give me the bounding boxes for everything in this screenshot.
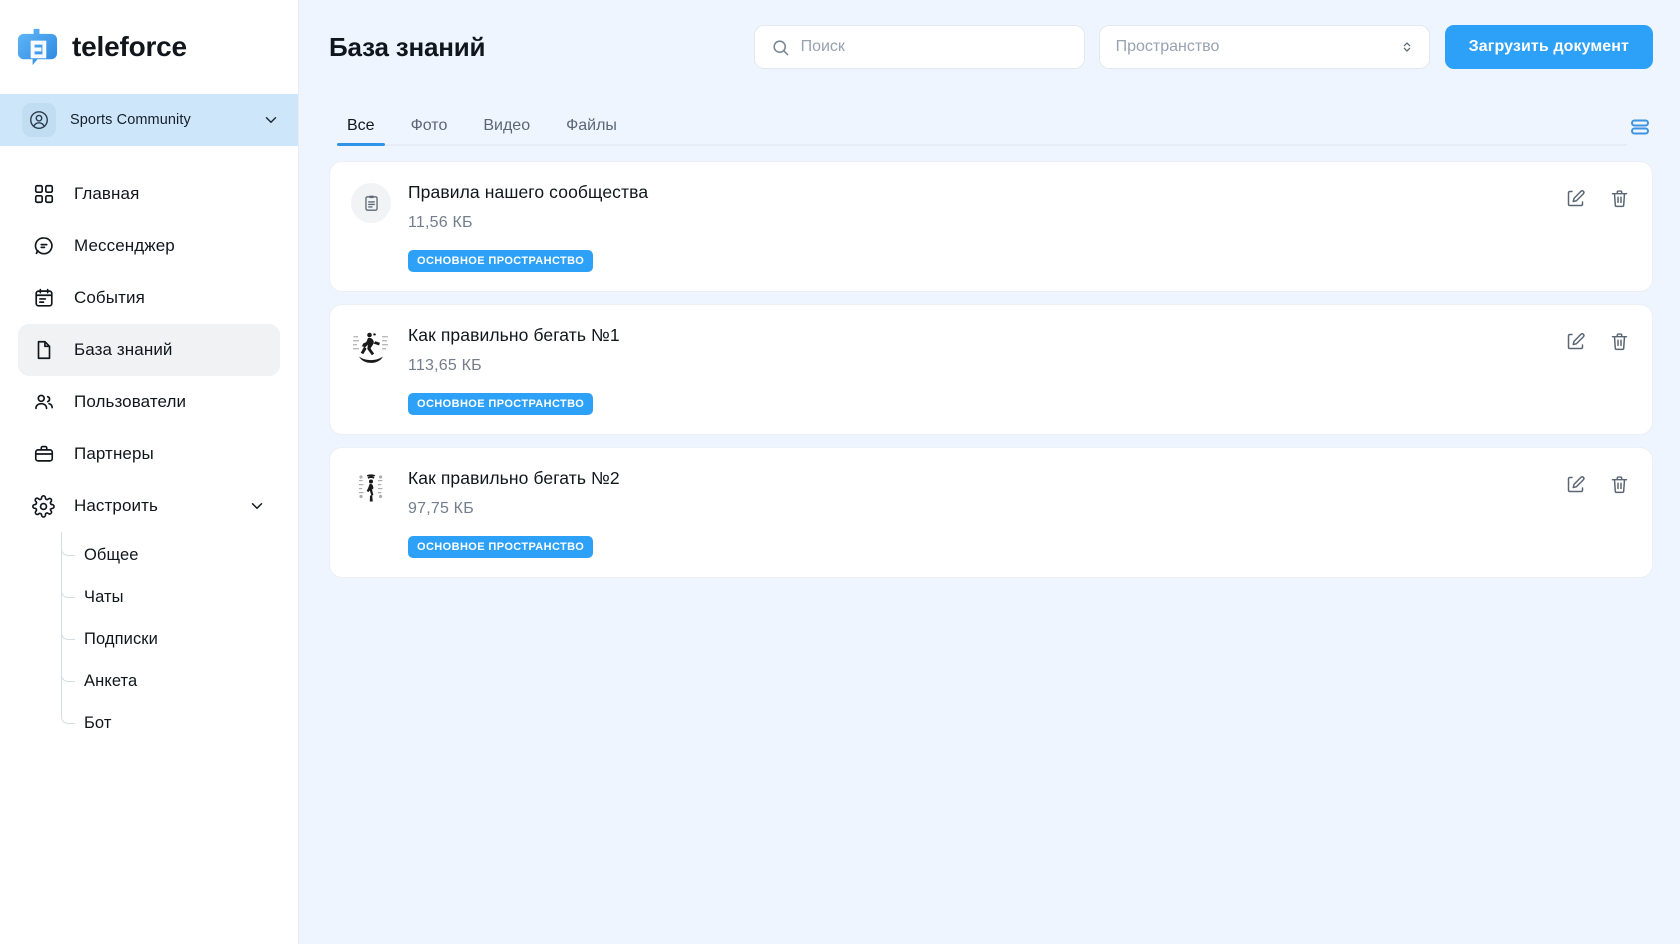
sidebar-item-glavnaya[interactable]: Главная bbox=[18, 168, 280, 220]
document-title: Как правильно бегать №1 bbox=[408, 325, 620, 345]
document-size: 113,65 КБ bbox=[408, 357, 482, 374]
grid-icon bbox=[32, 183, 55, 206]
tab-video[interactable]: Видео bbox=[465, 117, 548, 146]
runner-photo-thumbnail bbox=[351, 469, 391, 509]
search-icon bbox=[771, 38, 790, 57]
row-actions bbox=[1564, 187, 1630, 209]
sidebar-subitem-subscriptions[interactable]: Подписки bbox=[56, 618, 280, 660]
chat-bubble-icon bbox=[32, 235, 55, 258]
tabs: Все Фото Видео Файлы bbox=[329, 117, 1627, 146]
chevron-updown-icon bbox=[1399, 39, 1415, 55]
page-title: База знаний bbox=[329, 31, 486, 62]
sidebar-item-label: Партнеры bbox=[74, 444, 154, 463]
document-info: Как правильно бегать №2 97,75 КБ ОСНОВНО… bbox=[391, 467, 1564, 558]
top-bar: База знаний Пространство Загрузить докум bbox=[299, 0, 1680, 94]
main-content: База знаний Пространство Загрузить докум bbox=[299, 0, 1680, 944]
settings-submenu: Общее Чаты Подписки Анкета Бот bbox=[18, 532, 280, 744]
search-box[interactable] bbox=[753, 25, 1085, 69]
sidebar-item-settings[interactable]: Настроить bbox=[18, 480, 280, 532]
sidebar-subitem-label: Бот bbox=[84, 713, 112, 732]
row-actions bbox=[1564, 330, 1630, 352]
sidebar: teleforce Sports Community Главная Мессе… bbox=[0, 0, 299, 944]
tab-photo[interactable]: Фото bbox=[393, 117, 466, 146]
clipboard-document-icon bbox=[351, 183, 391, 223]
document-title: Правила нашего сообщества bbox=[408, 182, 649, 202]
user-circle-icon bbox=[22, 103, 56, 137]
table-row[interactable]: Правила нашего сообщества 11,56 КБ ОСНОВ… bbox=[329, 161, 1653, 292]
sidebar-item-label: База знаний bbox=[74, 340, 173, 359]
upload-document-button[interactable]: Загрузить документ bbox=[1444, 25, 1653, 69]
gear-icon bbox=[32, 494, 55, 518]
sidebar-subitem-bot[interactable]: Бот bbox=[56, 702, 280, 744]
sidebar-subitem-label: Подписки bbox=[84, 629, 158, 648]
sidebar-subitem-label: Общее bbox=[84, 545, 139, 564]
trash-icon[interactable] bbox=[1608, 330, 1630, 352]
trash-icon[interactable] bbox=[1608, 473, 1630, 495]
list-view-icon[interactable] bbox=[1627, 114, 1653, 140]
status-badge: ОСНОВНОЕ ПРОСТРАНСТВО bbox=[408, 393, 594, 415]
edit-pencil-icon[interactable] bbox=[1564, 330, 1586, 352]
tab-files[interactable]: Файлы bbox=[548, 117, 635, 146]
sidebar-item-messenger[interactable]: Мессенджер bbox=[18, 220, 280, 272]
space-select[interactable]: Пространство bbox=[1098, 25, 1430, 69]
workspace-name: Sports Community bbox=[70, 112, 191, 128]
search-input[interactable] bbox=[800, 26, 1068, 68]
workspace-switcher[interactable]: Sports Community bbox=[0, 94, 298, 146]
document-icon bbox=[32, 339, 55, 362]
tab-all[interactable]: Все bbox=[329, 117, 393, 146]
sidebar-item-partners[interactable]: Партнеры bbox=[18, 428, 280, 480]
calendar-icon bbox=[32, 287, 55, 310]
table-row[interactable]: Как правильно бегать №2 97,75 КБ ОСНОВНО… bbox=[329, 447, 1653, 578]
sidebar-subitem-label: Чаты bbox=[84, 587, 124, 606]
sidebar-item-events[interactable]: События bbox=[18, 272, 280, 324]
sidebar-item-label: Пользователи bbox=[74, 392, 187, 411]
sidebar-item-knowledge-base[interactable]: База знаний bbox=[18, 324, 280, 376]
sidebar-subitem-form[interactable]: Анкета bbox=[56, 660, 280, 702]
sidebar-item-label: События bbox=[74, 288, 145, 307]
sidebar-subitem-general[interactable]: Общее bbox=[56, 534, 280, 576]
trash-icon[interactable] bbox=[1608, 187, 1630, 209]
chevron-down-icon bbox=[262, 111, 280, 129]
documents-list: Правила нашего сообщества 11,56 КБ ОСНОВ… bbox=[299, 146, 1680, 578]
brand: teleforce bbox=[0, 0, 298, 94]
status-badge: ОСНОВНОЕ ПРОСТРАНСТВО bbox=[408, 250, 594, 272]
briefcase-icon bbox=[32, 443, 55, 466]
row-actions bbox=[1564, 473, 1630, 495]
tabs-row: Все Фото Видео Файлы bbox=[299, 94, 1680, 146]
edit-pencil-icon[interactable] bbox=[1564, 187, 1586, 209]
sidebar-subitem-chats[interactable]: Чаты bbox=[56, 576, 280, 618]
teleforce-logo-icon bbox=[16, 26, 59, 69]
sidebar-nav: Главная Мессенджер События База знаний П… bbox=[0, 146, 298, 744]
chevron-down-icon[interactable] bbox=[248, 497, 266, 515]
sidebar-subitem-label: Анкета bbox=[84, 671, 138, 690]
document-title: Как правильно бегать №2 bbox=[408, 468, 620, 488]
edit-pencil-icon[interactable] bbox=[1564, 473, 1586, 495]
users-icon bbox=[32, 391, 55, 414]
sidebar-item-users[interactable]: Пользователи bbox=[18, 376, 280, 428]
brand-name: teleforce bbox=[72, 31, 187, 62]
sidebar-item-label: Мессенджер bbox=[74, 236, 175, 255]
document-size: 97,75 КБ bbox=[408, 500, 474, 517]
status-badge: ОСНОВНОЕ ПРОСТРАНСТВО bbox=[408, 536, 594, 558]
document-info: Как правильно бегать №1 113,65 КБ ОСНОВН… bbox=[391, 324, 1564, 415]
sidebar-item-label: Главная bbox=[74, 184, 140, 203]
table-row[interactable]: Как правильно бегать №1 113,65 КБ ОСНОВН… bbox=[329, 304, 1653, 435]
document-size: 11,56 КБ bbox=[408, 214, 473, 231]
document-info: Правила нашего сообщества 11,56 КБ ОСНОВ… bbox=[391, 181, 1564, 272]
space-select-value: Пространство bbox=[1115, 38, 1220, 55]
app-root: teleforce Sports Community Главная Мессе… bbox=[0, 0, 1680, 944]
sidebar-item-label: Настроить bbox=[74, 496, 158, 515]
runner-photo-thumbnail bbox=[351, 326, 391, 366]
